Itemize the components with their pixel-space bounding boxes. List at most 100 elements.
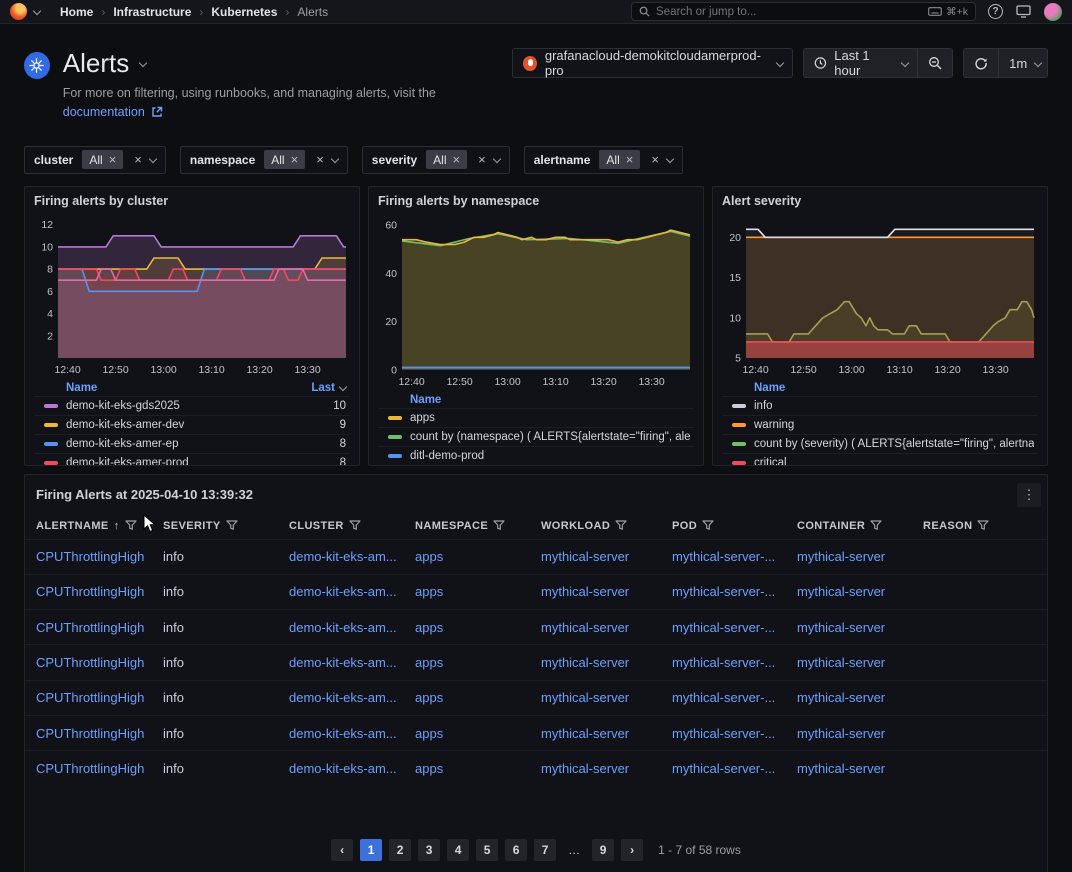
series-name[interactable]: demo-kit-eks-amer-ep — [66, 438, 332, 450]
help-icon[interactable]: ? — [988, 4, 1003, 19]
filter-funnel-icon[interactable] — [226, 520, 238, 531]
series-color-dash[interactable] — [732, 404, 746, 408]
cell-workload[interactable]: mythical-server — [541, 655, 672, 670]
cell-pod[interactable]: mythical-server-... — [672, 761, 797, 776]
series-color-dash[interactable] — [732, 423, 746, 427]
breadcrumb-item-kubernetes[interactable]: Kubernetes — [211, 5, 277, 19]
filter-funnel-icon[interactable] — [125, 520, 137, 531]
series-name[interactable]: demo-kit-eks-amer-dev — [66, 419, 332, 431]
cell-namespace[interactable]: apps — [415, 655, 541, 670]
cell-workload[interactable]: mythical-server — [541, 584, 672, 599]
column-header-pod[interactable]: POD — [672, 513, 797, 539]
clear-filter-icon[interactable]: × — [316, 153, 324, 166]
cell-pod[interactable]: mythical-server-... — [672, 655, 797, 670]
cell-namespace[interactable]: apps — [415, 620, 541, 635]
legend-name-header[interactable]: Name — [66, 382, 97, 394]
page-button-5[interactable]: 5 — [476, 839, 498, 861]
column-header-workload[interactable]: WORKLOAD — [541, 513, 672, 539]
refresh-button[interactable] — [964, 49, 999, 77]
cell-alertname[interactable]: CPUThrottlingHigh — [36, 655, 163, 670]
remove-value-icon[interactable]: × — [291, 153, 299, 166]
cell-pod[interactable]: mythical-server-... — [672, 690, 797, 705]
cell-cluster[interactable]: demo-kit-eks-am... — [289, 549, 415, 564]
cell-pod[interactable]: mythical-server-... — [672, 549, 797, 564]
filter-funnel-icon[interactable] — [870, 520, 882, 531]
cell-container[interactable]: mythical-server — [797, 761, 923, 776]
series-name[interactable]: apps — [410, 412, 690, 424]
series-name[interactable]: count by (severity) ( ALERTS{alertstate=… — [754, 438, 1034, 450]
panel-title[interactable]: Alert severity — [722, 194, 1038, 208]
series-color-dash[interactable] — [44, 423, 58, 427]
table-panel-title[interactable]: Firing Alerts at 2025-04-10 13:39:32 — [36, 487, 253, 502]
cell-cluster[interactable]: demo-kit-eks-am... — [289, 690, 415, 705]
cell-cluster[interactable]: demo-kit-eks-am... — [289, 655, 415, 670]
cell-container[interactable]: mythical-server — [797, 584, 923, 599]
datasource-picker[interactable]: grafanacloud-demokitcloudamerprod-pro — [512, 48, 794, 78]
user-avatar[interactable] — [1044, 3, 1062, 21]
cell-alertname[interactable]: CPUThrottlingHigh — [36, 761, 163, 776]
legend-name-header[interactable]: Name — [410, 394, 441, 406]
breadcrumb-item-alerts[interactable]: Alerts — [297, 5, 328, 19]
clear-filter-icon[interactable]: × — [478, 153, 486, 166]
panel-title[interactable]: Firing alerts by cluster — [34, 194, 350, 208]
cell-pod[interactable]: mythical-server-... — [672, 620, 797, 635]
dashboard-picker-chevron-icon[interactable] — [139, 60, 146, 67]
cell-cluster[interactable]: demo-kit-eks-am... — [289, 761, 415, 776]
series-name[interactable]: demo-kit-eks-amer-prod — [66, 457, 332, 466]
time-range-picker[interactable]: Last 1 hour — [804, 49, 918, 77]
legend-last-header[interactable]: Last — [311, 382, 346, 394]
cell-namespace[interactable]: apps — [415, 584, 541, 599]
series-name[interactable]: critical — [754, 457, 1034, 466]
panel-menu-kebab-icon[interactable]: ⋮ — [1017, 483, 1041, 507]
column-header-alertname[interactable]: ALERTNAME↑ — [36, 513, 163, 539]
breadcrumb-item-infrastructure[interactable]: Infrastructure — [113, 5, 191, 19]
series-color-dash[interactable] — [44, 461, 58, 465]
series-color-dash[interactable] — [388, 435, 402, 439]
cell-alertname[interactable]: CPUThrottlingHigh — [36, 584, 163, 599]
refresh-interval-picker[interactable]: 1m — [999, 49, 1048, 77]
column-header-severity[interactable]: SEVERITY — [163, 513, 289, 539]
filter-value-chip[interactable]: All× — [82, 150, 123, 169]
column-header-cluster[interactable]: CLUSTER — [289, 513, 415, 539]
series-name[interactable]: warning — [754, 419, 1034, 431]
cell-workload[interactable]: mythical-server — [541, 549, 672, 564]
column-header-container[interactable]: CONTAINER — [797, 513, 923, 539]
series-name[interactable]: info — [754, 400, 1034, 412]
cell-pod[interactable]: mythical-server-... — [672, 726, 797, 741]
org-switcher-chevron-icon[interactable] — [33, 8, 40, 15]
filter-chevron-icon[interactable] — [149, 156, 156, 163]
series-color-dash[interactable] — [732, 442, 746, 446]
breadcrumb-item-home[interactable]: Home — [60, 5, 93, 19]
cell-namespace[interactable]: apps — [415, 726, 541, 741]
cell-alertname[interactable]: CPUThrottlingHigh — [36, 726, 163, 741]
cell-workload[interactable]: mythical-server — [541, 690, 672, 705]
page-button-4[interactable]: 4 — [447, 839, 469, 861]
filter-value-chip[interactable]: All× — [599, 150, 640, 169]
cell-container[interactable]: mythical-server — [797, 549, 923, 564]
page-button-1[interactable]: 1 — [360, 839, 382, 861]
filter-chevron-icon[interactable] — [493, 156, 500, 163]
page-button-3[interactable]: 3 — [418, 839, 440, 861]
legend-name-header[interactable]: Name — [754, 382, 785, 394]
clear-filter-icon[interactable]: × — [651, 153, 659, 166]
cell-cluster[interactable]: demo-kit-eks-am... — [289, 726, 415, 741]
filter-funnel-icon[interactable] — [493, 520, 505, 531]
cell-workload[interactable]: mythical-server — [541, 620, 672, 635]
filter-chevron-icon[interactable] — [331, 156, 338, 163]
external-link-icon[interactable] — [151, 105, 163, 124]
page-button-6[interactable]: 6 — [505, 839, 527, 861]
clear-filter-icon[interactable]: × — [134, 153, 142, 166]
filter-value-chip[interactable]: All× — [264, 150, 305, 169]
cell-container[interactable]: mythical-server — [797, 620, 923, 635]
sort-ascending-icon[interactable]: ↑ — [114, 520, 120, 532]
grafana-logo[interactable] — [10, 3, 27, 20]
series-name[interactable]: count by (namespace) ( ALERTS{alertstate… — [410, 431, 690, 443]
series-color-dash[interactable] — [388, 454, 402, 458]
filter-funnel-icon[interactable] — [349, 520, 361, 531]
cell-cluster[interactable]: demo-kit-eks-am... — [289, 584, 415, 599]
series-color-dash[interactable] — [388, 416, 402, 420]
filter-funnel-icon[interactable] — [977, 520, 989, 531]
filter-value-chip[interactable]: All× — [426, 150, 467, 169]
series-color-dash[interactable] — [44, 442, 58, 446]
page-button-2[interactable]: 2 — [389, 839, 411, 861]
